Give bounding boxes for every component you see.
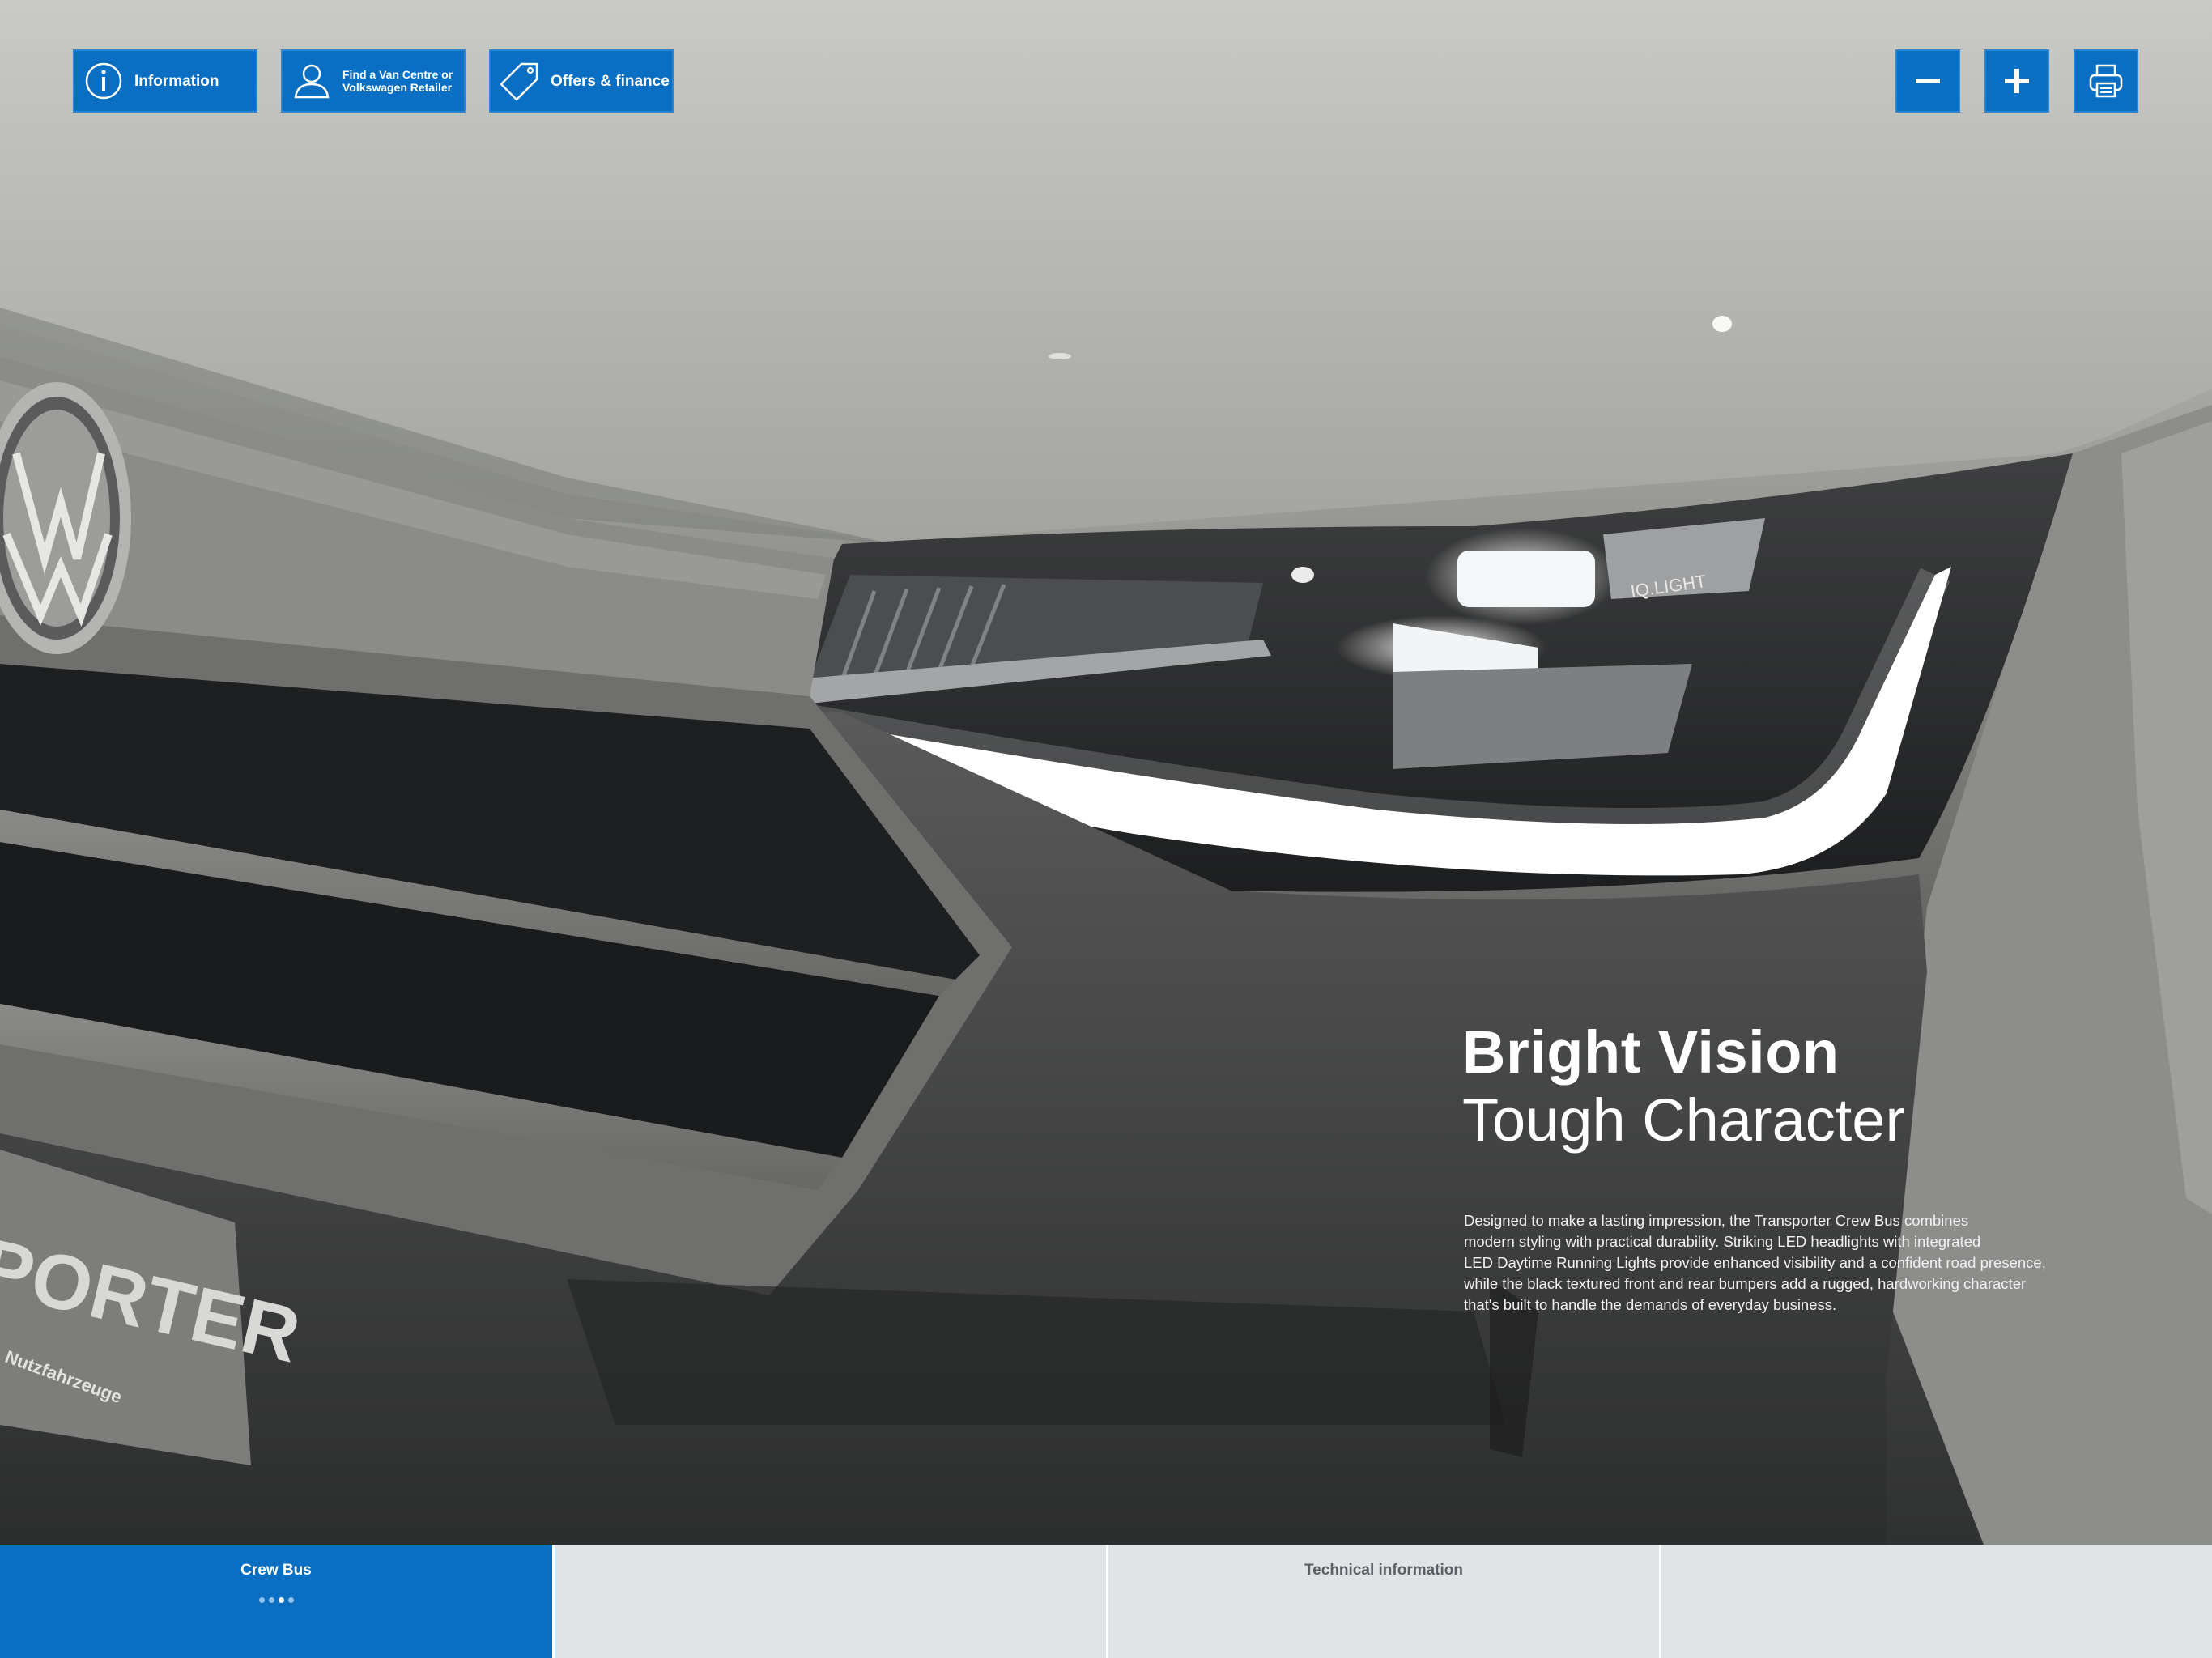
minus-icon [1916,79,1940,83]
tab-2[interactable] [552,1545,1106,1658]
tab-technical-information[interactable]: Technical information [1106,1545,1659,1658]
price-tag-icon [500,62,538,101]
body-line: that's built to handle the demands of ev… [1464,1296,1837,1313]
body-line: modern styling with practical durability… [1464,1233,1981,1250]
offers-finance-label: Offers & finance [551,72,670,90]
body-paragraph: Designed to make a lasting impression, t… [1464,1210,2128,1316]
body-line: Designed to make a lasting impression, t… [1464,1212,1969,1229]
page-dot[interactable] [258,1597,265,1603]
headline-light: Tough Character [1462,1086,1906,1154]
page-dot[interactable] [268,1597,274,1603]
find-retailer-button[interactable]: Find a Van Centre or Volkswagen Retailer [281,49,466,113]
page-dot[interactable] [287,1597,294,1603]
information-label: Information [134,72,219,90]
offers-finance-button[interactable]: Offers & finance [489,49,674,113]
person-icon [294,64,330,99]
information-button[interactable]: Information [73,49,257,113]
tab-4[interactable] [1659,1545,2212,1658]
find-retailer-label: Find a Van Centre or Volkswagen Retailer [342,68,453,94]
plus-icon [2005,69,2029,93]
find-retailer-label-line2: Volkswagen Retailer [342,81,453,94]
page-indicator [258,1597,294,1603]
find-retailer-label-line1: Find a Van Centre or [342,68,453,81]
tab-technical-information-label: Technical information [1304,1562,1463,1579]
page-dot-current[interactable] [278,1597,284,1603]
zoom-in-button[interactable] [1984,49,2049,113]
printer-icon [2089,64,2123,98]
section-tab-bar: Crew Bus Technical information [0,1545,2212,1658]
zoom-out-button[interactable] [1895,49,1960,113]
tab-crew-bus[interactable]: Crew Bus [0,1545,552,1658]
body-line: while the black textured front and rear … [1464,1275,2027,1292]
body-line: LED Daytime Running Lights provide enhan… [1464,1254,2046,1271]
tab-crew-bus-label: Crew Bus [240,1562,312,1579]
headline-bold: Bright Vision [1462,1018,1840,1086]
info-circle-icon [85,62,122,100]
print-button[interactable] [2074,49,2138,113]
